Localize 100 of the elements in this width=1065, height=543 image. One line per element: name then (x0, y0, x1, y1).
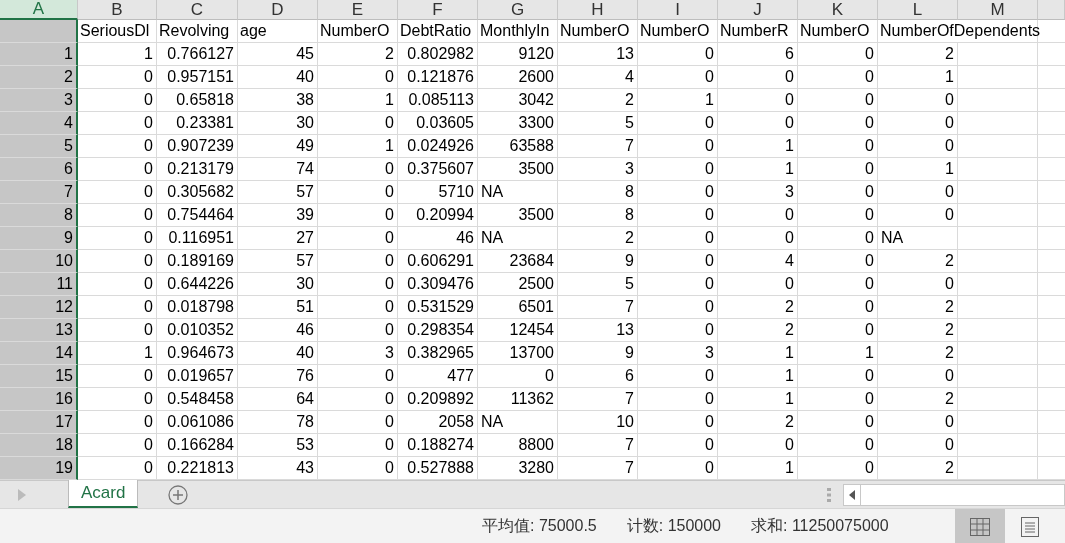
table-cell: 0 (638, 135, 718, 158)
table-cell: 0 (318, 181, 398, 204)
horizontal-scrollbar[interactable] (843, 483, 1065, 506)
table-cell: 9120 (478, 43, 558, 66)
table-cell: 0 (878, 89, 958, 112)
table-cell: 0 (638, 388, 718, 411)
status-text: 计数: 150000 (626, 516, 721, 536)
table-cell: 3042 (478, 89, 558, 112)
table-cell: 0 (318, 388, 398, 411)
table-cell: 45 (238, 43, 318, 66)
table-cell: 1 (318, 89, 398, 112)
table-cell: 23684 (478, 250, 558, 273)
table-cell: 13 (558, 319, 638, 342)
table-cell: 3500 (478, 204, 558, 227)
table-cell: 0 (798, 135, 878, 158)
add-sheet-icon[interactable] (168, 484, 189, 505)
scroll-left-icon[interactable] (849, 489, 855, 500)
table-cell: 0 (318, 319, 398, 342)
table-cell: 0 (78, 181, 157, 204)
table-cell: 2 (0, 66, 78, 89)
column-header[interactable]: J (718, 0, 798, 20)
column-header[interactable]: G (478, 0, 558, 20)
table-cell: 11 (0, 273, 78, 296)
splitter-icon[interactable] (827, 487, 831, 502)
table-cell: 0 (798, 250, 878, 273)
table-cell: 10 (0, 250, 78, 273)
table-cell: NA (878, 227, 958, 250)
table-cell: 0 (78, 158, 157, 181)
table-cell: 0.907239 (157, 135, 238, 158)
table-cell: 1 (78, 342, 157, 365)
grid-icon (970, 517, 990, 536)
table-cell: 0 (798, 227, 878, 250)
table-cell: 2 (878, 342, 958, 365)
table-cell: 1 (318, 135, 398, 158)
table-cell: 0 (798, 181, 878, 204)
column-header[interactable]: H (558, 0, 638, 20)
table-cell: 0 (718, 66, 798, 89)
table-cell: 0 (798, 388, 878, 411)
table-cell: 1 (798, 342, 878, 365)
column-header[interactable]: D (238, 0, 318, 20)
table-cell: 0 (318, 296, 398, 319)
table-cell: 0 (318, 66, 398, 89)
table-cell: 1 (718, 365, 798, 388)
table-cell: 0 (638, 250, 718, 273)
table-cell: 0.65818 (157, 89, 238, 112)
table-cell: 0.166284 (157, 434, 238, 457)
column-header[interactable]: C (157, 0, 238, 20)
table-cell: 27 (238, 227, 318, 250)
table-cell: 0.010352 (157, 319, 238, 342)
table-cell: 8 (558, 204, 638, 227)
table-cell: NA (478, 227, 558, 250)
table-cell: 0.531529 (398, 296, 478, 319)
table-cell: 0.121876 (398, 66, 478, 89)
table-cell: 0 (78, 411, 157, 434)
column-header[interactable]: E (318, 0, 398, 20)
table-cell: NumberR (718, 20, 798, 43)
table-cell: 57 (238, 181, 318, 204)
table-cell: 0 (478, 365, 558, 388)
table-cell: 5 (0, 135, 78, 158)
column-header[interactable]: F (398, 0, 478, 20)
table-cell: NumberOfDependents (878, 20, 1038, 43)
table-cell: 0 (798, 204, 878, 227)
table-cell: 2058 (398, 411, 478, 434)
table-cell: 7 (558, 296, 638, 319)
table-cell: 0.964673 (157, 342, 238, 365)
table-cell: 0.03605 (398, 112, 478, 135)
table-cell: 0 (78, 204, 157, 227)
table-cell: 9 (558, 250, 638, 273)
column-header[interactable]: L (878, 0, 958, 20)
table-cell: 0 (638, 204, 718, 227)
table-cell: 0 (718, 204, 798, 227)
table-cell: 64 (238, 388, 318, 411)
table-cell: 3 (638, 342, 718, 365)
table-cell: 0 (638, 273, 718, 296)
column-header[interactable]: I (638, 0, 718, 20)
view-button[interactable] (955, 509, 1005, 543)
table-cell: 0.019657 (157, 365, 238, 388)
table-cell: 63588 (478, 135, 558, 158)
page-icon (1021, 516, 1039, 537)
table-cell: 0 (318, 411, 398, 434)
column-header[interactable]: M (958, 0, 1038, 20)
table-cell: 1 (878, 66, 958, 89)
sheet-tab[interactable]: Acard (68, 480, 139, 508)
table-cell: NumberO (798, 20, 878, 43)
table-cell: 0 (78, 388, 157, 411)
table-cell: 0 (878, 365, 958, 388)
table-cell: 0 (638, 319, 718, 342)
table-cell: 9 (0, 227, 78, 250)
column-header[interactable]: B (78, 0, 157, 20)
table-cell: 0 (798, 89, 878, 112)
table-cell: 0.061086 (157, 411, 238, 434)
table-cell: 0 (638, 411, 718, 434)
table-cell: 2 (878, 296, 958, 319)
column-header[interactable]: A (0, 0, 78, 20)
table-cell: 0 (78, 273, 157, 296)
column-header[interactable]: K (798, 0, 878, 20)
table-cell: 0.644226 (157, 273, 238, 296)
table-cell: 30 (238, 273, 318, 296)
table-cell: 0 (798, 112, 878, 135)
table-cell: 0 (798, 319, 878, 342)
